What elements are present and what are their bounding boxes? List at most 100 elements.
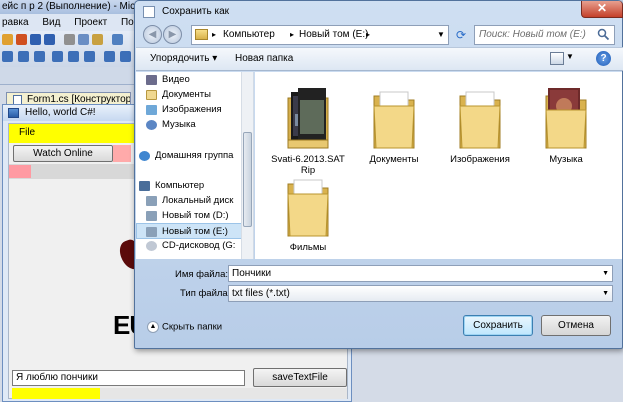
nav-item-music[interactable]: Музыка — [136, 117, 253, 133]
copy-icon[interactable] — [78, 34, 89, 45]
nav-scrollbar[interactable] — [241, 72, 253, 259]
nav-item-cd-drive[interactable]: CD-дисковод (G: — [136, 238, 253, 254]
help-icon[interactable]: ? — [596, 51, 611, 66]
save-all-icon[interactable] — [44, 34, 55, 45]
nav-item-documents[interactable]: Документы — [136, 87, 253, 103]
chevron-down-icon[interactable]: ▼ — [602, 286, 609, 301]
open-icon[interactable] — [2, 34, 13, 45]
save-as-dialog: Сохранить как ✕ ◀ ▶ ▸ Компьютер ▸ Новый … — [134, 0, 623, 349]
forward-button[interactable]: ▶ — [163, 25, 182, 44]
nav-label: Новый том (D:) — [162, 210, 229, 221]
documents-library-icon — [146, 90, 157, 100]
breadcrumb-separator[interactable]: ▸ — [366, 26, 370, 44]
close-button[interactable]: ✕ — [581, 1, 623, 18]
scrollbar-thumb[interactable] — [243, 132, 252, 227]
folder-icon — [459, 91, 501, 149]
nav-item-drive-e[interactable]: Новый том (E:) — [136, 223, 253, 239]
homegroup-icon — [139, 151, 150, 161]
file-item-films[interactable]: Фильмы — [265, 166, 351, 253]
local-disk-icon — [146, 196, 157, 206]
pink-label — [113, 145, 131, 162]
cut-icon[interactable] — [64, 34, 75, 45]
video-folder-icon — [287, 88, 329, 149]
filename-field[interactable]: Пончики ▼ — [228, 265, 613, 282]
vs-menu-view[interactable]: Вид — [40, 17, 60, 28]
forward-arrow-icon: ▶ — [168, 29, 177, 40]
dialog-icon — [143, 6, 155, 18]
organize-menu[interactable]: Упорядочить ▾ — [150, 53, 217, 64]
save-icon[interactable] — [30, 34, 41, 45]
make-same-size-icon[interactable] — [104, 51, 115, 62]
nav-label: CD-дисковод (G: — [162, 240, 236, 251]
paste-icon[interactable] — [92, 34, 103, 45]
drive-icon — [146, 211, 157, 221]
back-arrow-icon: ◀ — [148, 29, 157, 40]
nav-item-drive-d[interactable]: Новый том (D:) — [136, 208, 253, 224]
file-item-music[interactable]: Музыка — [523, 78, 609, 165]
folder-icon — [287, 179, 329, 237]
vs-menu-project[interactable]: Проект — [72, 17, 107, 28]
file-list: Svati-6.2013.SAT Rip Документы Изображен… — [255, 72, 622, 259]
align-middle-icon[interactable] — [68, 51, 79, 62]
chevron-down-icon[interactable]: ▼ — [602, 266, 609, 281]
menu-file[interactable]: File — [19, 127, 35, 138]
file-item-svati[interactable]: Svati-6.2013.SAT Rip — [265, 78, 351, 176]
music-library-icon — [146, 120, 157, 130]
watch-online-button[interactable]: Watch Online — [13, 145, 113, 162]
file-label: Документы — [369, 154, 419, 165]
align-top-icon[interactable] — [52, 51, 63, 62]
align-bottom-icon[interactable] — [84, 51, 95, 62]
pink-panel — [9, 165, 31, 178]
filetype-value: txt files (*.txt) — [232, 288, 290, 299]
new-project-icon[interactable] — [16, 34, 27, 45]
address-bar[interactable]: ▸ Компьютер ▸ Новый том (E:) ▸ — [191, 25, 449, 45]
save-button[interactable]: Сохранить — [463, 315, 533, 336]
breadcrumb-separator[interactable]: ▸ — [212, 26, 216, 44]
cancel-button[interactable]: Отмена — [541, 315, 611, 336]
align-right-icon[interactable] — [34, 51, 45, 62]
hide-folders-toggle[interactable]: ▲ Скрыть папки — [147, 321, 222, 333]
address-dropdown-icon[interactable]: ▼ — [435, 27, 447, 43]
filetype-select[interactable]: txt files (*.txt) ▼ — [228, 285, 613, 302]
pictures-library-icon — [146, 105, 157, 115]
change-view-icon[interactable] — [550, 52, 564, 65]
file-item-pictures[interactable]: Изображения — [437, 78, 523, 165]
view-dropdown-icon[interactable]: ▼ — [566, 52, 574, 61]
chevron-up-icon: ▲ — [147, 321, 159, 333]
nav-item-pictures[interactable]: Изображения — [136, 102, 253, 118]
nav-label: Музыка — [162, 119, 196, 130]
nav-label: Изображения — [162, 104, 222, 115]
nav-item-video[interactable]: Видео — [136, 72, 253, 88]
text-input[interactable]: Я люблю пончики — [12, 370, 245, 386]
video-library-icon — [146, 75, 157, 85]
filename-value: Пончики — [232, 268, 272, 279]
nav-item-local-disk[interactable]: Локальный диск — [136, 193, 253, 209]
computer-icon — [139, 181, 150, 191]
navigation-pane: Видео Документы Изображения Музыка Домаш… — [136, 72, 254, 259]
breadcrumb-volume-e[interactable]: Новый том (E:) — [299, 26, 368, 44]
vs-menu-edit[interactable]: равка — [0, 17, 29, 28]
save-text-file-button[interactable]: saveTextFile — [253, 368, 347, 387]
breadcrumb-separator[interactable]: ▸ — [290, 26, 294, 44]
new-folder-button[interactable]: Новая папка — [235, 53, 293, 64]
spacing-icon[interactable] — [120, 51, 131, 62]
undo-icon[interactable] — [112, 34, 123, 45]
nav-label: Компьютер — [155, 180, 205, 191]
nav-item-homegroup[interactable]: Домашняя группа — [136, 148, 253, 164]
music-folder-icon — [545, 88, 587, 149]
file-label: Музыка — [549, 154, 583, 165]
nav-item-computer[interactable]: Компьютер — [136, 178, 253, 194]
filename-label: Имя файла: — [175, 269, 229, 280]
breadcrumb-computer[interactable]: Компьютер — [223, 26, 275, 44]
back-button[interactable]: ◀ — [143, 25, 162, 44]
align-left-icon[interactable] — [2, 51, 13, 62]
align-center-icon[interactable] — [18, 51, 29, 62]
file-label: Изображения — [450, 154, 510, 165]
filetype-label: Тип файла: — [180, 288, 231, 299]
form-window-icon — [8, 108, 19, 118]
cd-drive-icon — [146, 241, 157, 251]
dialog-title: Сохранить как — [162, 6, 230, 17]
file-item-documents[interactable]: Документы — [351, 78, 437, 165]
refresh-icon[interactable]: ⟳ — [451, 25, 471, 45]
search-input[interactable]: Поиск: Новый том (E:) — [474, 25, 615, 45]
